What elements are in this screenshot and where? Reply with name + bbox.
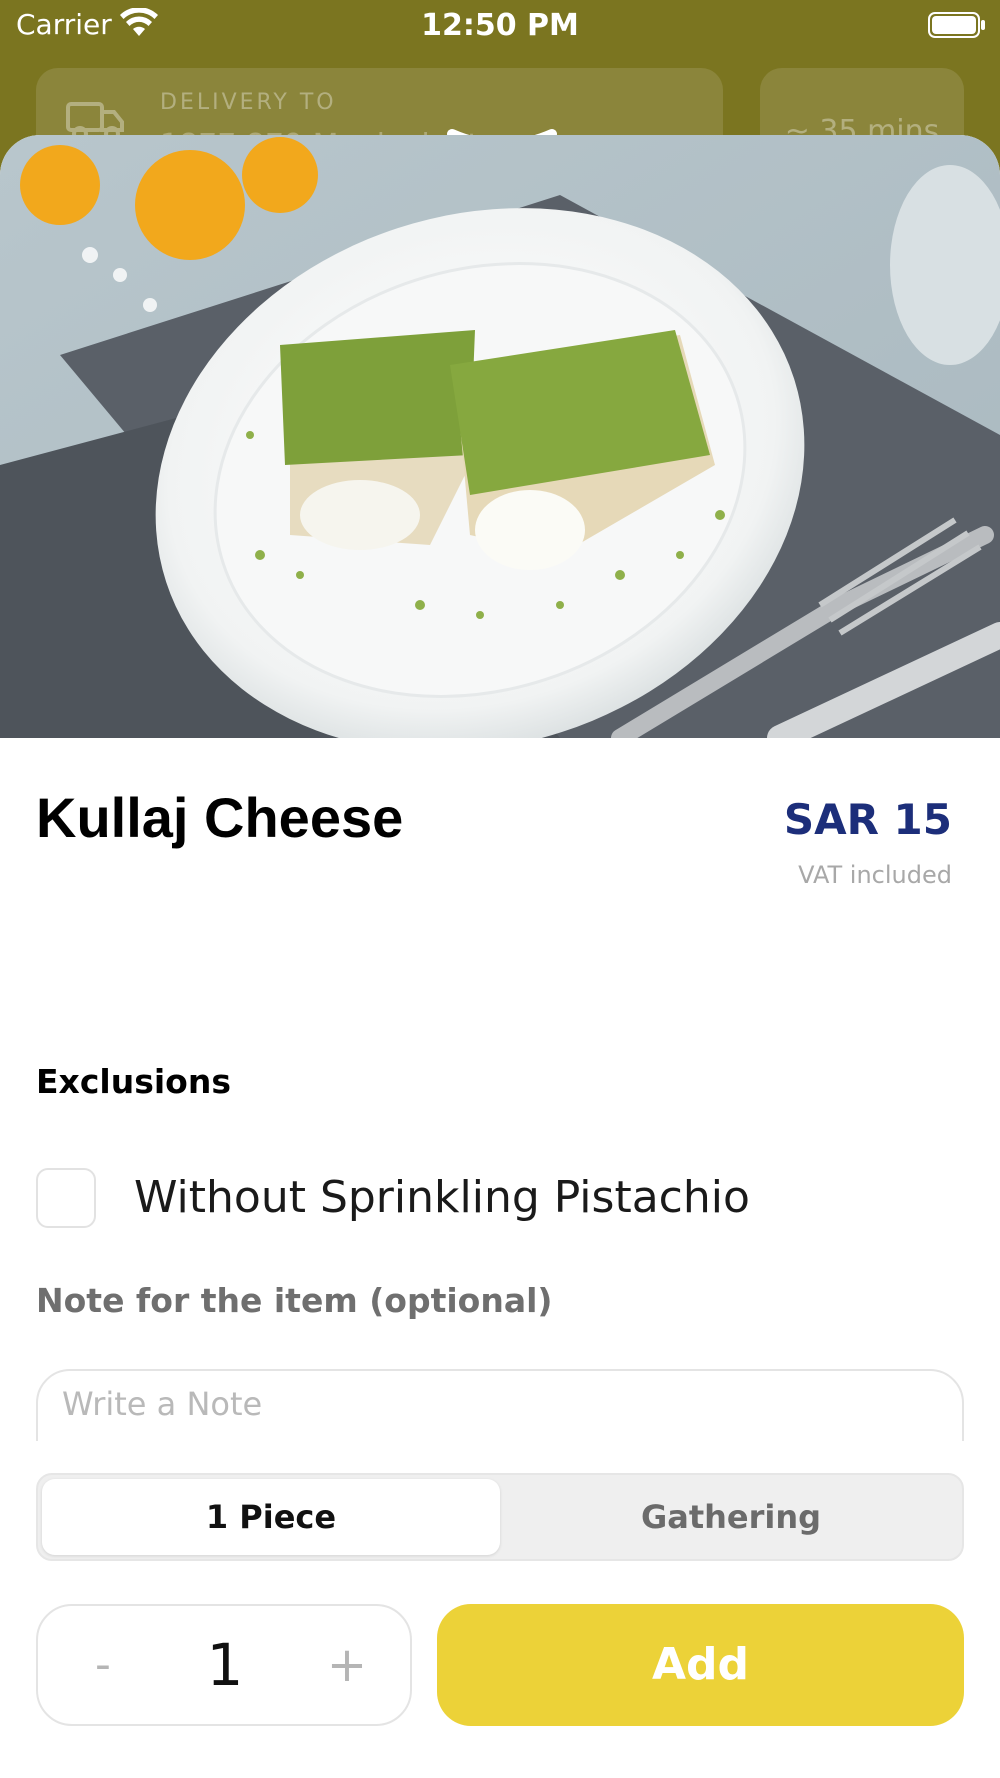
- product-detail-sheet: Kullaj Cheese SAR 15 VAT included Exclus…: [0, 135, 1000, 1778]
- note-field: [36, 1369, 964, 1441]
- vat-note: VAT included: [798, 861, 952, 889]
- status-bar: Carrier 12:50 PM: [0, 0, 1000, 50]
- exclusion-option[interactable]: Without Sprinkling Pistachio: [36, 1166, 956, 1230]
- decrease-quantity-button[interactable]: -: [68, 1606, 138, 1724]
- quantity-value: 1: [206, 1631, 244, 1699]
- product-price: SAR 15: [783, 795, 952, 844]
- product-image: [0, 135, 1000, 738]
- exclusion-checkbox[interactable]: [36, 1168, 96, 1228]
- product-name: Kullaj Cheese: [36, 786, 404, 849]
- note-label: Note for the item (optional): [36, 1281, 553, 1320]
- size-option-1-piece[interactable]: 1 Piece: [42, 1479, 500, 1555]
- exclusions-title: Exclusions: [36, 1062, 231, 1101]
- size-option-gathering[interactable]: Gathering: [502, 1479, 960, 1555]
- quantity-stepper: - 1 +: [36, 1604, 412, 1726]
- battery-icon: [928, 12, 986, 38]
- delivery-to-label: DELIVERY TO: [160, 90, 337, 115]
- size-segmented-control: 1 Piece Gathering: [36, 1473, 964, 1561]
- note-input[interactable]: [36, 1369, 964, 1441]
- increase-quantity-button[interactable]: +: [312, 1606, 382, 1724]
- add-to-cart-button[interactable]: Add: [437, 1604, 964, 1726]
- status-time: 12:50 PM: [421, 8, 579, 43]
- exclusion-label: Without Sprinkling Pistachio: [134, 1172, 750, 1223]
